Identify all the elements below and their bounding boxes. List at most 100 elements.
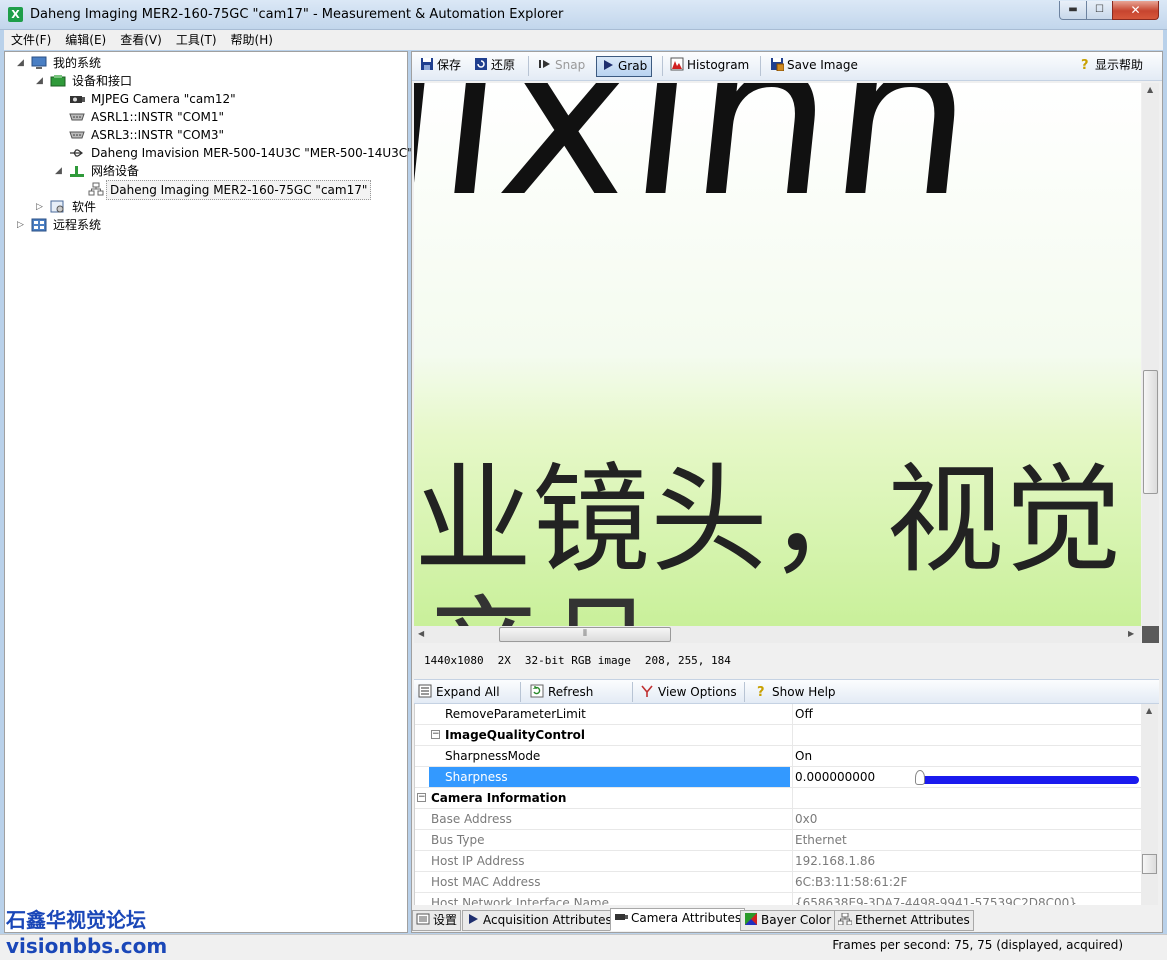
config-tree[interactable]: ◢ 我的系统 ◢ 设备和接口 MJPEG Camera "cam12" ASRL… xyxy=(4,51,413,933)
scroll-up-arrow-icon[interactable]: ▲ xyxy=(1146,706,1152,715)
watermark-text-cn: 石鑫华视觉论坛 xyxy=(6,908,146,932)
collapse-arrow-icon[interactable]: ◢ xyxy=(55,162,65,180)
tree-item-imavision[interactable]: Daheng Imavision MER-500-14U3C "MER-500-… xyxy=(69,144,413,162)
grid-vertical-scrollbar[interactable]: ▲ xyxy=(1141,704,1158,905)
grid-row[interactable]: SharpnessMode On xyxy=(415,746,1141,767)
grid-row[interactable]: Host IP Address 192.168.1.86 xyxy=(415,851,1141,872)
status-bar: Frames per second: 75, 75 (displayed, ac… xyxy=(0,934,1167,960)
refresh-icon xyxy=(530,684,544,698)
tree-item-asrl3[interactable]: ASRL3::INSTR "COM3" xyxy=(69,126,369,144)
save-image-button[interactable]: Save Image xyxy=(766,56,862,77)
scroll-right-arrow-icon[interactable]: ▶ xyxy=(1128,629,1134,638)
histogram-button[interactable]: Histogram xyxy=(666,56,753,77)
computer-icon xyxy=(31,56,47,69)
tab-acquisition-attributes[interactable]: Acquisition Attributes xyxy=(462,910,616,931)
grab-button[interactable]: Grab xyxy=(596,56,653,77)
tab-camera-attributes[interactable]: Camera Attributes xyxy=(610,908,746,931)
grid-row[interactable]: Base Address 0x0 xyxy=(415,809,1141,830)
tree-item-my-system[interactable]: ◢ 我的系统 xyxy=(17,54,217,72)
toolbar-separator xyxy=(760,56,761,76)
network-device-icon xyxy=(88,182,104,196)
image-horizontal-scrollbar[interactable]: ◀ ⦀ ▶ xyxy=(414,626,1141,643)
bayer-color-icon xyxy=(745,913,757,925)
scroll-up-arrow-icon[interactable]: ▲ xyxy=(1147,85,1153,94)
view-options-button[interactable]: View Options xyxy=(640,683,737,702)
toolbar-separator xyxy=(744,682,745,702)
tree-item-cam17[interactable]: Daheng Imaging MER2-160-75GC "cam17" xyxy=(88,180,372,200)
collapse-arrow-icon[interactable]: ◢ xyxy=(36,72,46,90)
collapse-toggle-icon[interactable]: − xyxy=(431,730,440,739)
tab-bayer-color[interactable]: Bayer Color xyxy=(740,910,836,931)
expand-arrow-icon[interactable]: ▷ xyxy=(36,198,46,216)
network-icon xyxy=(70,166,84,177)
menu-file[interactable]: 文件(F) xyxy=(4,30,58,50)
menu-tools[interactable]: 工具(T) xyxy=(169,30,224,50)
watermark-text-url: visionbbs.com xyxy=(6,934,168,958)
collapse-toggle-icon[interactable]: − xyxy=(417,793,426,802)
scroll-thumb[interactable] xyxy=(1142,854,1157,874)
collapse-arrow-icon[interactable]: ◢ xyxy=(17,54,27,72)
grid-row-selected[interactable]: Sharpness 0.000000000 xyxy=(415,767,1141,788)
view-options-icon xyxy=(641,685,653,697)
expand-arrow-icon[interactable]: ▷ xyxy=(17,216,27,234)
title-bar[interactable]: X Daheng Imaging MER2-160-75GC "cam17" -… xyxy=(0,0,1167,30)
expand-all-button[interactable]: Expand All xyxy=(418,683,500,702)
camera-icon xyxy=(615,914,628,920)
toolbar-separator xyxy=(528,56,529,76)
restore-icon xyxy=(475,58,487,70)
remote-system-icon xyxy=(31,218,47,232)
tree-item-network[interactable]: ◢ 网络设备 xyxy=(55,162,255,180)
menu-help[interactable]: 帮助(H) xyxy=(224,30,280,50)
play-icon xyxy=(604,60,613,70)
image-toolbar: 保存 还原 Snap Grab Histogram Save Image ? 显示… xyxy=(412,52,1162,81)
camera-image-view[interactable]: lixinh 业镜头，视觉 产品 xyxy=(414,83,1141,626)
tab-ethernet-attributes[interactable]: Ethernet Attributes xyxy=(834,910,974,931)
tree-item-devices[interactable]: ◢ 设备和接口 xyxy=(36,72,236,90)
toolbar-separator xyxy=(520,682,521,702)
menu-view[interactable]: 查看(V) xyxy=(113,30,169,50)
tree-item-software[interactable]: ▷ 软件 xyxy=(36,198,236,216)
sharpness-slider-track[interactable] xyxy=(915,776,1139,784)
snap-button[interactable]: Snap xyxy=(534,56,589,77)
help-icon: ? xyxy=(1081,58,1089,71)
svg-text:?: ? xyxy=(757,685,765,698)
tree-item-asrl1[interactable]: ASRL1::INSTR "COM1" xyxy=(69,108,369,126)
minimize-button[interactable]: ▬ xyxy=(1059,1,1087,20)
image-resolution: 1440x1080 xyxy=(424,654,484,667)
grid-row[interactable]: Host Network Interface Name {658638E9-3D… xyxy=(415,893,1141,905)
toolbar-separator xyxy=(632,682,633,702)
grid-row[interactable]: Bus Type Ethernet xyxy=(415,830,1141,851)
grid-category-row[interactable]: − Camera Information xyxy=(415,788,1141,809)
save-button[interactable]: 保存 xyxy=(416,56,465,77)
histogram-icon xyxy=(670,57,684,71)
tab-settings[interactable]: 设置 xyxy=(412,910,462,931)
play-icon xyxy=(469,914,478,924)
show-help-button[interactable]: ? 显示帮助 xyxy=(1074,56,1147,77)
scroll-thumb[interactable]: ⦀ xyxy=(499,627,671,642)
settings-list-icon xyxy=(416,913,430,925)
menu-edit[interactable]: 编辑(E) xyxy=(58,30,113,50)
camera-icon xyxy=(70,96,85,103)
attribute-grid[interactable]: RemoveParameterLimit Off − ImageQualityC… xyxy=(414,704,1141,905)
scroll-left-arrow-icon[interactable]: ◀ xyxy=(418,629,424,638)
image-text-bottom-1: 业镜头，视觉 xyxy=(414,451,1122,589)
show-help-attr-button[interactable]: ? Show Help xyxy=(754,683,836,702)
tree-item-mjpeg-camera[interactable]: MJPEG Camera "cam12" xyxy=(69,90,369,108)
maximize-button[interactable]: ☐ xyxy=(1086,1,1113,20)
help-icon: ? xyxy=(757,685,765,698)
grid-row[interactable]: Host MAC Address 6C:B3:11:58:61:2F xyxy=(415,872,1141,893)
devices-icon xyxy=(50,75,66,87)
camera-panel: 保存 还原 Snap Grab Histogram Save Image ? 显示… xyxy=(411,51,1163,933)
grid-row[interactable]: RemoveParameterLimit Off xyxy=(415,704,1141,725)
image-vertical-scrollbar[interactable]: ▲ xyxy=(1142,83,1159,626)
refresh-button[interactable]: Refresh xyxy=(530,683,593,702)
toolbar-separator xyxy=(662,56,663,76)
restore-button[interactable]: 还原 xyxy=(470,56,519,77)
close-button[interactable]: ✕ xyxy=(1112,1,1159,20)
attribute-toolbar: Expand All Refresh View Options ? Show He… xyxy=(414,679,1159,704)
grid-category-row[interactable]: − ImageQualityControl xyxy=(415,725,1141,746)
sharpness-slider-thumb[interactable] xyxy=(915,770,925,785)
scroll-thumb[interactable] xyxy=(1143,370,1158,494)
save-image-icon xyxy=(771,58,784,71)
tree-item-remote[interactable]: ▷ 远程系统 xyxy=(17,216,217,234)
